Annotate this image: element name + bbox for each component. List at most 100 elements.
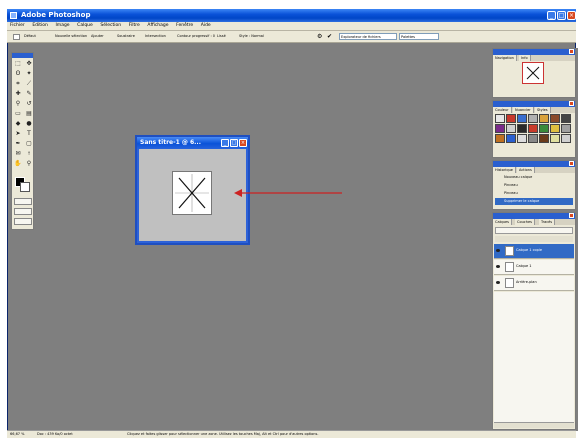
file-browser-field[interactable]: Explorateur de fichiers xyxy=(339,33,397,40)
panel-close-icon[interactable] xyxy=(569,213,574,218)
style-swatch[interactable] xyxy=(539,114,549,123)
tab-info[interactable]: Info xyxy=(519,55,531,61)
panel-close-icon[interactable] xyxy=(569,101,574,106)
menu-filter[interactable]: Filtre xyxy=(126,22,143,29)
menu-view[interactable]: Affichage xyxy=(144,22,171,29)
style-swatch[interactable] xyxy=(517,114,527,123)
style-swatch[interactable] xyxy=(528,114,538,123)
palettes-field[interactable]: Palettes xyxy=(399,33,439,40)
menu-image[interactable]: Image xyxy=(52,22,72,29)
option-subtract[interactable]: Soustraire xyxy=(117,33,143,40)
maximize-button[interactable]: □ xyxy=(557,11,566,20)
tab-navigator[interactable]: Navigation xyxy=(493,55,517,61)
style-swatch[interactable] xyxy=(561,134,571,143)
eye-icon[interactable] xyxy=(496,281,500,284)
background-color-swatch[interactable] xyxy=(20,182,30,192)
zoom-icon[interactable]: ⚲ xyxy=(24,159,34,168)
style-swatch[interactable] xyxy=(517,124,527,133)
tab-color[interactable]: Couleur xyxy=(493,107,512,113)
tab-styles[interactable]: Styles xyxy=(535,107,551,113)
marquee-icon[interactable]: ⬚ xyxy=(13,59,23,68)
option-feather[interactable]: Contour progressif : 0 px xyxy=(177,33,215,40)
history-item[interactable]: Nouveau calque xyxy=(495,174,573,181)
style-swatch[interactable] xyxy=(517,134,527,143)
healing-brush-icon[interactable]: ✚ xyxy=(13,89,23,98)
pen-icon[interactable]: ✒ xyxy=(13,139,23,148)
menu-layer[interactable]: Calque xyxy=(74,22,96,29)
menu-help[interactable]: Aide xyxy=(198,22,214,29)
option-add[interactable]: Ajouter xyxy=(91,33,115,40)
gradient-icon[interactable]: ▤ xyxy=(24,109,34,118)
zoom-level[interactable]: 66,67 % xyxy=(10,431,24,438)
quick-mask-toggle[interactable] xyxy=(14,198,32,205)
option-intersect[interactable]: Intersection xyxy=(145,33,175,40)
magic-wand-icon[interactable]: ✦ xyxy=(24,69,34,78)
notes-icon[interactable]: ✉ xyxy=(13,149,23,158)
doc-maximize-button[interactable]: □ xyxy=(230,139,238,147)
layer-row[interactable]: Arrière-plan xyxy=(494,276,574,291)
layers-footer-buttons[interactable] xyxy=(494,422,574,428)
gear-icon[interactable]: ⚙ xyxy=(317,33,325,40)
style-swatch[interactable] xyxy=(495,134,505,143)
eyedropper-icon[interactable]: ⟊ xyxy=(24,149,34,158)
option-new-selection[interactable]: Nouvelle sélection xyxy=(55,33,89,40)
history-item-selected[interactable]: Supprimer le calque xyxy=(495,198,573,205)
eye-icon[interactable] xyxy=(496,249,500,252)
menu-edit[interactable]: Edition xyxy=(29,22,51,29)
history-item[interactable]: Pinceau xyxy=(495,190,573,197)
style-swatch[interactable] xyxy=(495,124,505,133)
panel-close-icon[interactable] xyxy=(569,49,574,54)
option-default[interactable]: Défaut xyxy=(24,33,52,40)
style-swatch[interactable] xyxy=(550,134,560,143)
lasso-icon[interactable]: ʘ xyxy=(13,69,23,78)
style-swatch[interactable] xyxy=(506,134,516,143)
jump-to-imageready-button[interactable] xyxy=(14,218,32,225)
tab-channels[interactable]: Couches xyxy=(515,219,535,225)
blend-mode-select[interactable] xyxy=(495,227,573,234)
style-swatch[interactable] xyxy=(506,114,516,123)
doc-minimize-button[interactable]: _ xyxy=(221,139,229,147)
style-swatch[interactable] xyxy=(495,114,505,123)
style-swatch[interactable] xyxy=(528,134,538,143)
blur-icon[interactable]: ◆ xyxy=(13,119,23,128)
checkmark-icon[interactable]: ✔ xyxy=(327,33,335,40)
history-brush-icon[interactable]: ↺ xyxy=(24,99,34,108)
style-swatch[interactable] xyxy=(550,124,560,133)
history-item[interactable]: Pinceau xyxy=(495,182,573,189)
style-swatch[interactable] xyxy=(550,114,560,123)
canvas-area[interactable] xyxy=(139,149,246,241)
menu-select[interactable]: Sélection xyxy=(97,22,124,29)
option-antialias[interactable]: Lissé xyxy=(217,33,237,40)
canvas-image[interactable] xyxy=(172,171,212,215)
path-selection-icon[interactable]: ➤ xyxy=(13,129,23,138)
marquee-tool-preset[interactable] xyxy=(13,34,20,40)
move-icon[interactable]: ✥ xyxy=(24,59,34,68)
minimize-button[interactable]: _ xyxy=(547,11,556,20)
dodge-icon[interactable]: ● xyxy=(24,119,34,128)
brush-icon[interactable]: ✎ xyxy=(24,89,34,98)
close-button[interactable]: × xyxy=(567,11,576,20)
menu-file[interactable]: Fichier xyxy=(7,22,28,29)
tab-swatches[interactable]: Nuancier xyxy=(513,107,534,113)
layer-row[interactable]: Calque 1 xyxy=(494,260,574,275)
type-icon[interactable]: T xyxy=(24,129,34,138)
panel-close-icon[interactable] xyxy=(569,161,574,166)
doc-close-button[interactable]: × xyxy=(239,139,247,147)
style-swatch[interactable] xyxy=(539,124,549,133)
clone-stamp-icon[interactable]: ⚲ xyxy=(13,99,23,108)
style-swatch[interactable] xyxy=(506,124,516,133)
screen-mode-toggle[interactable] xyxy=(14,208,32,215)
navigator-preview[interactable] xyxy=(522,62,544,84)
style-swatch[interactable] xyxy=(528,124,538,133)
shape-icon[interactable]: ▢ xyxy=(24,139,34,148)
slice-icon[interactable]: ⟋ xyxy=(24,79,34,88)
tab-paths[interactable]: Tracés xyxy=(539,219,556,225)
style-swatch[interactable] xyxy=(539,134,549,143)
tab-layers[interactable]: Calques xyxy=(493,219,512,225)
option-style[interactable]: Style : Normal xyxy=(239,33,275,40)
menu-window[interactable]: Fenêtre xyxy=(173,22,196,29)
hand-icon[interactable]: ✋ xyxy=(13,159,23,168)
eye-icon[interactable] xyxy=(496,265,500,268)
style-swatch[interactable] xyxy=(561,124,571,133)
layer-row[interactable]: Calque 1 copie xyxy=(494,244,574,259)
